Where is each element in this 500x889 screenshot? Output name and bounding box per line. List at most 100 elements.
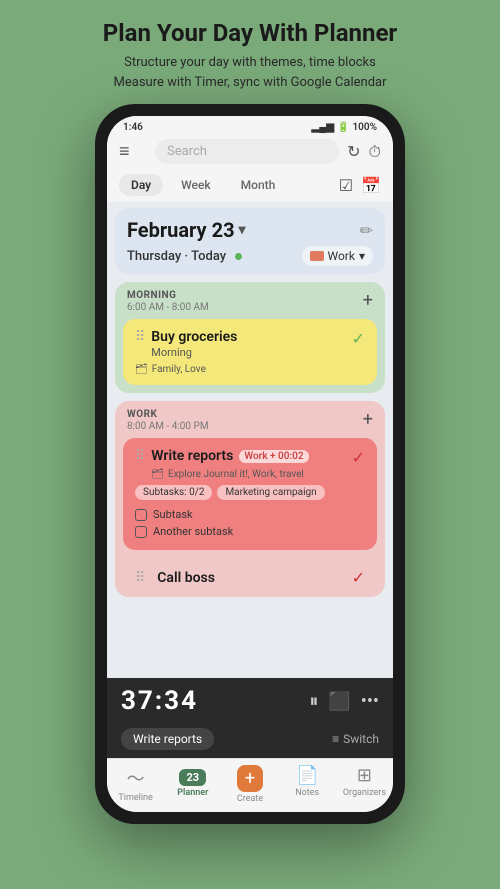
subtask-chips: Subtasks: 0/2 Marketing campaign xyxy=(135,485,365,500)
top-bar: ≡ Search ↻ ⏱ xyxy=(107,135,393,170)
task-card-buy-groceries[interactable]: ⠿ Buy groceries Morning ✓ 🗂 Family, Love xyxy=(123,319,377,385)
battery-level: 100% xyxy=(352,122,377,133)
search-box[interactable]: Search xyxy=(155,139,339,164)
morning-block: MORNING 6:00 AM - 8:00 AM + ⠿ Buy grocer… xyxy=(115,282,385,393)
tab-right-icons: ☑ 📅 xyxy=(339,176,381,195)
phone-screen: 1:46 ▂▄▆ 🔋 100% ≡ Search ↻ ⏱ Day Week Mo… xyxy=(107,116,393,812)
folder-icon-2: 🗂 xyxy=(151,469,164,480)
work-theme-badge[interactable]: Work ▾ xyxy=(302,246,374,266)
checkbox-icon-2[interactable] xyxy=(135,526,147,538)
app-header: Plan Your Day With Planner Structure you… xyxy=(0,0,500,104)
work-dropdown: ▾ xyxy=(359,249,365,263)
write-reports-header: ⠿ Write reports Work + 00:02 🗂 xyxy=(135,448,365,480)
work-block-info: WORK 8:00 AM - 4:00 PM xyxy=(127,409,209,432)
nav-notes[interactable]: 📄 Notes xyxy=(279,765,336,804)
tab-day[interactable]: Day xyxy=(119,174,163,196)
timer-badge: Work + 00:02 xyxy=(239,450,308,463)
task-subtitle: Morning xyxy=(151,346,351,359)
refresh-icon[interactable]: ↻ xyxy=(347,142,360,162)
drag-handle-icon-3: ⠿ xyxy=(135,570,145,586)
create-plus: + xyxy=(237,765,263,792)
work-block: WORK 8:00 AM - 4:00 PM + ⠿ Write reports xyxy=(115,401,385,597)
timer-bar: 37:34 ⏸ ⬛ ••• xyxy=(107,678,393,724)
checkbox-icon-1[interactable] xyxy=(135,509,147,521)
status-right: ▂▄▆ 🔋 100% xyxy=(312,122,377,133)
call-boss-check-icon[interactable]: ✓ xyxy=(352,568,365,587)
subtask-count-chip: Subtasks: 0/2 xyxy=(135,485,212,500)
calendar-icon[interactable]: 📅 xyxy=(361,176,381,195)
today-dot xyxy=(235,253,242,260)
work-label: Work xyxy=(328,249,355,263)
organizers-icon: ⊞ xyxy=(357,765,372,786)
phone-shell: 1:46 ▂▄▆ 🔋 100% ≡ Search ↻ ⏱ Day Week Mo… xyxy=(95,104,405,824)
timer-value: + 00:02 xyxy=(270,451,304,462)
task-header: ⠿ Buy groceries Morning ✓ xyxy=(135,329,365,359)
work-task-tags-label: Explore Journal it!, Work, travel xyxy=(168,469,304,480)
date-row: February 23 ▾ ✏ xyxy=(127,218,373,242)
edit-icon[interactable]: ✏ xyxy=(360,221,373,240)
create-label: Create xyxy=(237,794,263,804)
top-icons: ↻ ⏱ xyxy=(347,142,381,162)
call-boss-title: Call boss xyxy=(157,570,215,586)
view-tabs: Day Week Month ☑ 📅 xyxy=(107,170,393,202)
timer-icon[interactable]: ⏱ xyxy=(369,142,381,162)
notes-icon: 📄 xyxy=(296,765,318,786)
timer-task-label[interactable]: Write reports xyxy=(121,728,214,750)
main-content: February 23 ▾ ✏ Thursday · Today Work xyxy=(107,202,393,678)
status-time: 1:46 xyxy=(123,122,143,133)
nav-create[interactable]: + Create xyxy=(221,765,278,804)
timer-bottom: Write reports ≡ Switch xyxy=(107,724,393,758)
switch-icon: ≡ xyxy=(332,732,339,746)
status-bar: 1:46 ▂▄▆ 🔋 100% xyxy=(107,116,393,135)
date-dropdown-icon[interactable]: ▾ xyxy=(239,222,246,238)
planner-badge: 23 xyxy=(179,769,206,786)
morning-label: MORNING xyxy=(127,290,209,301)
work-time: 8:00 AM - 4:00 PM xyxy=(127,421,209,432)
write-reports-title: Write reports xyxy=(151,448,233,464)
write-reports-check-icon[interactable]: ✓ xyxy=(352,448,365,467)
switch-button[interactable]: ≡ Switch xyxy=(332,732,379,746)
organizers-label: Organizers xyxy=(343,788,386,798)
timer-stop-icon[interactable]: ⬛ xyxy=(328,691,350,712)
planner-icon: 23 xyxy=(179,765,206,786)
work-task-tags: 🗂 Explore Journal it!, Work, travel xyxy=(151,469,351,480)
app-title: Plan Your Day With Planner xyxy=(20,18,480,49)
work-add-button[interactable]: + xyxy=(363,409,373,430)
switch-label: Switch xyxy=(343,732,379,746)
timer-pause-icon[interactable]: ⏸ xyxy=(309,691,318,712)
subtask-item-1[interactable]: Subtask xyxy=(135,506,365,523)
subtask-item-2[interactable]: Another subtask xyxy=(135,523,365,540)
battery-icon: 🔋 xyxy=(337,122,349,133)
checklist-icon[interactable]: ☑ xyxy=(339,176,353,195)
search-placeholder: Search xyxy=(167,144,207,159)
day-label: Thursday · Today xyxy=(127,249,242,264)
timer-display: 37:34 xyxy=(121,686,198,716)
nav-timeline[interactable]: 〜 Timeline xyxy=(107,765,164,804)
morning-add-button[interactable]: + xyxy=(363,290,373,311)
task-title: Buy groceries xyxy=(151,329,351,345)
create-icon: + xyxy=(237,765,263,792)
menu-icon[interactable]: ≡ xyxy=(119,141,147,162)
drag-handle-icon-2: ⠿ xyxy=(135,448,145,464)
work-label: WORK xyxy=(127,409,209,420)
timeline-icon: 〜 xyxy=(127,765,145,791)
task-check-icon[interactable]: ✓ xyxy=(352,329,365,348)
timer-more-icon[interactable]: ••• xyxy=(361,691,379,712)
tab-week[interactable]: Week xyxy=(169,174,223,196)
drag-handle-icon: ⠿ xyxy=(135,329,145,345)
planner-label: Planner xyxy=(177,788,208,798)
task-card-call-boss[interactable]: ⠿ Call boss ✓ xyxy=(123,558,377,597)
tab-month[interactable]: Month xyxy=(229,174,288,196)
date-title: February 23 ▾ xyxy=(127,218,246,242)
notes-label: Notes xyxy=(295,788,319,798)
marketing-campaign-chip: Marketing campaign xyxy=(217,485,324,500)
nav-organizers[interactable]: ⊞ Organizers xyxy=(336,765,393,804)
write-reports-title-area: Write reports Work + 00:02 🗂 Explore Jou… xyxy=(151,448,351,480)
task-title-area: Buy groceries Morning xyxy=(151,329,351,359)
task-card-write-reports[interactable]: ⠿ Write reports Work + 00:02 🗂 xyxy=(123,438,377,550)
app-subtitle: Structure your day with themes, time blo… xyxy=(20,53,480,92)
subtask-1-label: Subtask xyxy=(153,508,193,521)
nav-planner[interactable]: 23 Planner xyxy=(164,765,221,804)
work-icon xyxy=(310,251,324,261)
signal-icon: ▂▄▆ xyxy=(312,122,334,133)
